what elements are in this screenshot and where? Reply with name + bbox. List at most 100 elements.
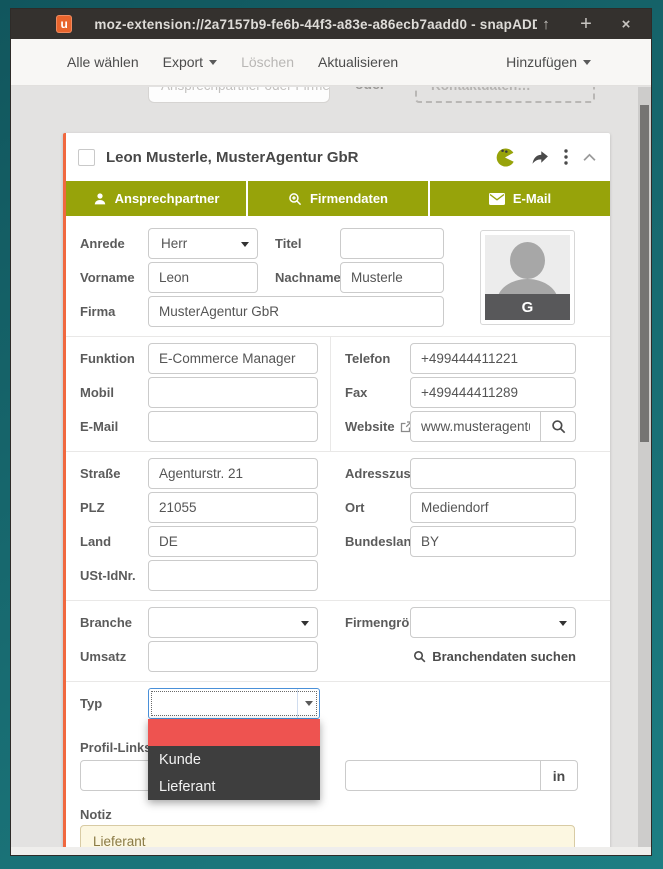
field-label-branche: Branche xyxy=(80,615,148,630)
card-header: Leon Musterle, MusterAgentur GbR xyxy=(66,133,610,181)
land-input[interactable] xyxy=(148,526,318,557)
linkedin-icon: in xyxy=(553,768,565,784)
field-label-funktion: Funktion xyxy=(80,351,148,366)
typ-option-lieferant[interactable]: Lieferant xyxy=(148,773,320,800)
notiz-textarea[interactable]: Lieferant xyxy=(80,825,575,849)
field-label-bundesland: Bundesland xyxy=(345,534,410,549)
window-maximize-button[interactable]: ↑ xyxy=(537,16,555,33)
website-search-button[interactable] xyxy=(540,411,576,442)
field-label-ustidnr: USt-IdNr. xyxy=(80,568,148,583)
typ-select-arrow[interactable] xyxy=(297,689,319,718)
field-label-website: Website xyxy=(345,419,410,434)
kebab-menu-icon[interactable] xyxy=(564,149,568,165)
contact-checkbox[interactable] xyxy=(78,149,95,166)
profil-link-linkedin-input[interactable] xyxy=(345,760,540,791)
window-close-button[interactable]: × xyxy=(617,16,635,33)
window-titlebar: u moz-extension://2a7157b9-fe6b-44f3-a83… xyxy=(11,9,651,39)
action-toolbar: Alle wählen Export Löschen Aktualisieren… xyxy=(11,39,651,86)
plz-input[interactable] xyxy=(148,492,318,523)
branche-select[interactable] xyxy=(148,607,318,638)
tab-firmendaten[interactable]: Firmendaten xyxy=(248,181,428,216)
section-company: Branche Firmengrö… Umsatz xyxy=(66,600,610,681)
field-label-strasse: Straße xyxy=(80,466,148,481)
funktion-input[interactable] xyxy=(148,343,318,374)
magnifier-icon xyxy=(413,650,426,663)
add-menu-button[interactable]: Hinzufügen xyxy=(506,54,591,70)
avatar-silhouette-head xyxy=(510,242,545,279)
collapse-chevron-up-icon[interactable] xyxy=(583,153,596,162)
connector-text: oder xyxy=(355,87,385,92)
field-label-titel: Titel xyxy=(275,236,340,251)
refresh-button[interactable]: Aktualisieren xyxy=(318,54,398,70)
firma-input[interactable] xyxy=(148,296,444,327)
section-misc: Typ Kunde Lieferant Profil-Links xyxy=(66,681,610,849)
delete-button: Löschen xyxy=(241,54,294,70)
business-card-dropzone[interactable]: Kontaktdaten… xyxy=(415,87,595,103)
tab-email[interactable]: E-Mail xyxy=(430,181,610,216)
field-label-firmengroesse: Firmengrö… xyxy=(345,615,410,630)
adresszusatz-input[interactable] xyxy=(410,458,576,489)
field-label-nachname: Nachname xyxy=(275,270,340,285)
field-label-anrede: Anrede xyxy=(80,236,148,251)
field-label-adresszusatz: Adresszus… xyxy=(345,466,410,481)
section-contact: Funktion Telefon Mobil Fax E-Mail Websit… xyxy=(66,336,610,451)
ustidnr-input[interactable] xyxy=(148,560,318,591)
share-forward-icon[interactable] xyxy=(531,150,549,165)
section-address: Straße Adresszus… PLZ Ort Land Bundeslan… xyxy=(66,451,610,600)
field-label-fax: Fax xyxy=(345,385,410,400)
fax-input[interactable] xyxy=(410,377,576,408)
firmengroesse-select[interactable] xyxy=(410,607,576,638)
titel-input[interactable] xyxy=(340,228,444,259)
branchendaten-suchen-link[interactable]: Branchendaten suchen xyxy=(413,649,576,664)
typ-select[interactable] xyxy=(148,688,320,719)
strasse-input[interactable] xyxy=(148,458,318,489)
scrollbar-thumb[interactable] xyxy=(640,105,649,442)
external-link-icon[interactable] xyxy=(400,421,410,433)
tab-ansprechpartner[interactable]: Ansprechpartner xyxy=(66,181,246,216)
select-all-button[interactable]: Alle wählen xyxy=(67,54,139,70)
vertical-scrollbar[interactable] xyxy=(638,87,651,849)
field-label-notiz: Notiz xyxy=(80,807,610,822)
telefon-input[interactable] xyxy=(410,343,576,374)
field-label-ort: Ort xyxy=(345,500,410,515)
card-tabs: Ansprechpartner Firmendaten E-M xyxy=(66,181,610,216)
chevron-down-icon xyxy=(305,701,313,706)
ort-input[interactable] xyxy=(410,492,576,523)
field-label-firma: Firma xyxy=(80,304,148,319)
umsatz-input[interactable] xyxy=(148,641,318,672)
content-area: Ansprechpartner oder Firmendaten sa… ode… xyxy=(11,87,651,849)
window-title: moz-extension://2a7157b9-fe6b-44f3-a83e-… xyxy=(94,17,537,32)
linkedin-button[interactable]: in xyxy=(540,760,578,791)
field-label-mobil: Mobil xyxy=(80,385,148,400)
field-label-vorname: Vorname xyxy=(80,270,148,285)
typ-option-empty[interactable] xyxy=(148,719,320,746)
chevron-down-icon xyxy=(241,242,249,247)
field-label-email: E-Mail xyxy=(80,419,148,434)
avatar[interactable]: G xyxy=(480,230,575,325)
nachname-input[interactable] xyxy=(340,262,444,293)
snapaddy-grabber-icon[interactable] xyxy=(495,147,516,168)
typ-option-kunde[interactable]: Kunde xyxy=(148,746,320,773)
field-label-land: Land xyxy=(80,534,148,549)
website-input[interactable] xyxy=(410,411,540,442)
export-menu-button[interactable]: Export xyxy=(163,54,217,70)
field-label-typ: Typ xyxy=(80,696,148,711)
mobil-input[interactable] xyxy=(148,377,318,408)
chevron-down-icon xyxy=(301,621,309,626)
section-person: Anrede Herr Titel Vorname Nachname Firma xyxy=(66,216,610,336)
window-new-tab-button[interactable]: + xyxy=(577,13,595,36)
search-input[interactable]: Ansprechpartner oder Firmendaten sa… xyxy=(148,87,330,103)
search-plus-icon xyxy=(288,192,302,206)
chevron-down-icon xyxy=(559,621,567,626)
vorname-input[interactable] xyxy=(148,262,258,293)
contact-title: Leon Musterle, MusterAgentur GbR xyxy=(106,149,359,166)
window-footer-strip xyxy=(11,847,651,855)
typ-dropdown-menu: Kunde Lieferant xyxy=(148,719,320,800)
anrede-select[interactable]: Herr xyxy=(148,228,258,259)
search-row: Ansprechpartner oder Firmendaten sa… ode… xyxy=(11,87,651,103)
extension-popup-window: u moz-extension://2a7157b9-fe6b-44f3-a83… xyxy=(10,8,652,856)
bundesland-input[interactable] xyxy=(410,526,576,557)
field-label-telefon: Telefon xyxy=(345,351,410,366)
email-input[interactable] xyxy=(148,411,318,442)
person-icon xyxy=(93,192,107,206)
